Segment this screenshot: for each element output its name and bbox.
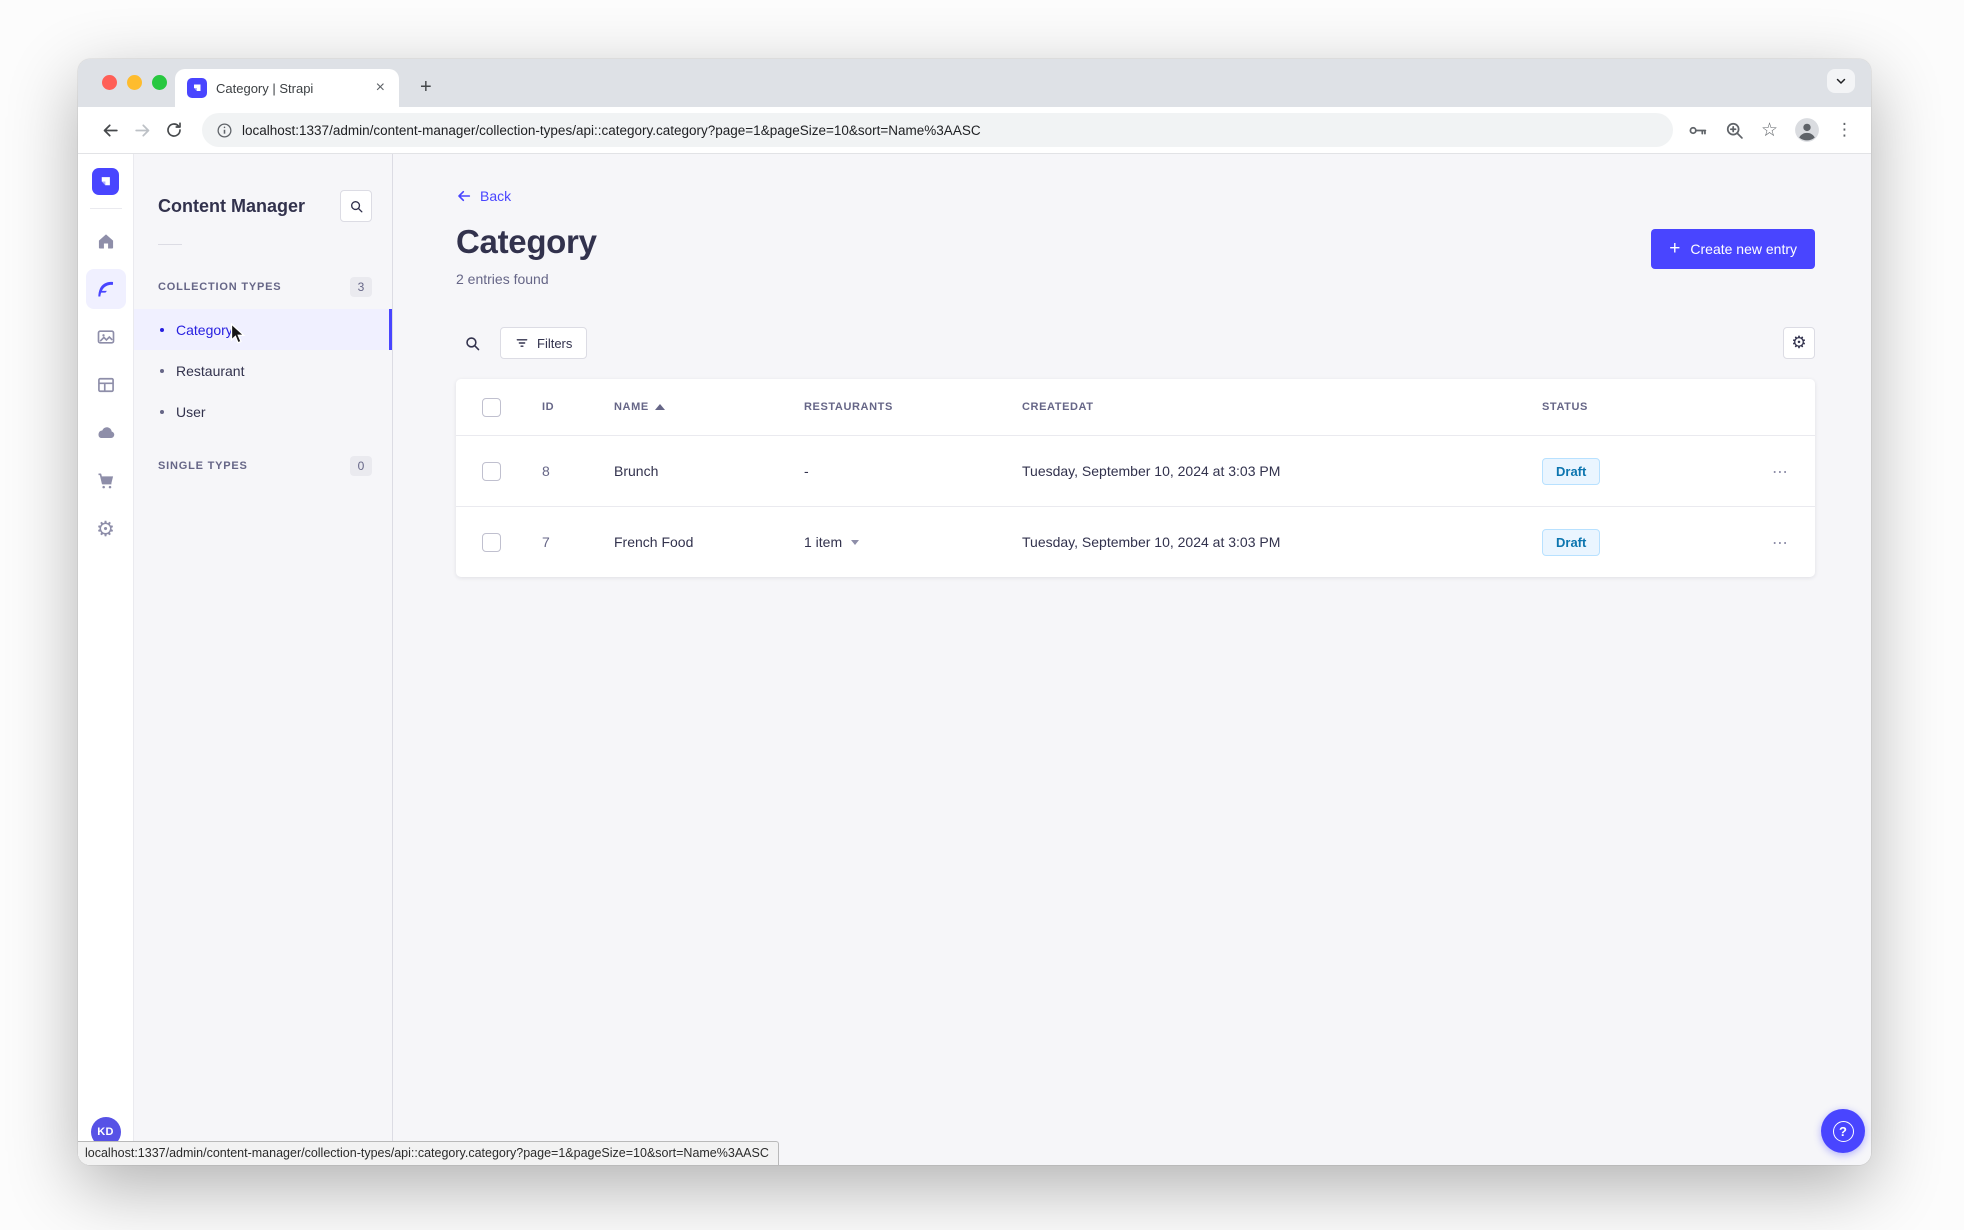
- new-tab-button[interactable]: +: [413, 75, 439, 99]
- question-mark-icon: ?: [1832, 1120, 1854, 1142]
- nav-content-manager-icon[interactable]: [85, 269, 126, 309]
- main-content: Back Category 2 entries found + Create n…: [393, 154, 1871, 1165]
- chevron-down-icon: [851, 539, 860, 545]
- subnav-divider: [158, 244, 182, 245]
- link-preview-status-bar: localhost:1337/admin/content-manager/col…: [78, 1141, 779, 1165]
- bullet-icon: [160, 409, 164, 414]
- entries-count: 2 entries found: [456, 271, 549, 287]
- status-badge: Draft: [1542, 528, 1601, 556]
- browser-tab-strip: Category | Strapi × +: [78, 59, 1871, 107]
- back-nav-icon[interactable]: [96, 121, 124, 140]
- collection-types-label: COLLECTION TYPES: [158, 281, 282, 293]
- cell-id: 7: [542, 534, 550, 550]
- mouse-cursor: [230, 323, 246, 344]
- column-header-id[interactable]: ID: [542, 401, 614, 413]
- create-new-entry-button[interactable]: + Create new entry: [1651, 229, 1815, 269]
- table-header-row: ID NAME RESTAURANTS CREATEDAT STATUS: [456, 379, 1815, 435]
- password-key-icon[interactable]: [1687, 120, 1708, 141]
- column-header-name[interactable]: NAME: [614, 401, 804, 413]
- cell-restaurants[interactable]: 1 item: [804, 534, 1022, 550]
- entries-table: ID NAME RESTAURANTS CREATEDAT STATUS 8 B…: [456, 379, 1815, 577]
- url-bar[interactable]: localhost:1337/admin/content-manager/col…: [202, 113, 1673, 147]
- close-window-button[interactable]: [102, 75, 117, 90]
- table-settings-button[interactable]: ⚙: [1783, 327, 1815, 359]
- help-button[interactable]: ?: [1821, 1109, 1865, 1153]
- sidebar-item-restaurant[interactable]: Restaurant: [134, 350, 392, 391]
- search-icon: [350, 200, 362, 212]
- content-manager-subnav: Content Manager COLLECTION TYPES 3 Categ…: [134, 154, 393, 1165]
- browser-menu-icon[interactable]: ⋮: [1836, 120, 1853, 140]
- reload-icon[interactable]: [160, 121, 188, 139]
- filters-button[interactable]: Filters: [500, 327, 588, 359]
- row-checkbox[interactable]: [482, 532, 501, 552]
- browser-tab[interactable]: Category | Strapi ×: [175, 69, 399, 107]
- sidebar-item-category[interactable]: Category: [134, 309, 392, 350]
- cell-name: French Food: [614, 534, 694, 550]
- row-actions-menu-icon[interactable]: ⋯: [1719, 462, 1789, 481]
- strapi-app: ⚙ KD Content Manager COLLECTION TYPES 3: [78, 154, 1871, 1165]
- browser-toolbar: localhost:1337/admin/content-manager/col…: [78, 107, 1871, 154]
- cell-restaurants: -: [804, 463, 809, 479]
- collection-types-list: Category Restaurant User: [134, 309, 392, 432]
- filters-toolbar: Filters ⚙: [456, 327, 1815, 359]
- forward-nav-icon[interactable]: [128, 121, 156, 140]
- browser-window: Category | Strapi × + localhost:1337/adm…: [78, 59, 1871, 1165]
- tab-title: Category | Strapi: [216, 80, 314, 96]
- row-checkbox[interactable]: [482, 461, 501, 481]
- maximize-window-button[interactable]: [152, 75, 167, 90]
- search-icon: [465, 336, 479, 350]
- toolbar-actions: ☆ ⋮: [1687, 117, 1857, 143]
- bookmark-star-icon[interactable]: ☆: [1761, 119, 1778, 141]
- subnav-title: Content Manager: [158, 195, 306, 216]
- collection-types-section: COLLECTION TYPES 3: [134, 271, 392, 303]
- page-info-icon[interactable]: [216, 122, 233, 139]
- gear-icon: ⚙: [1791, 332, 1807, 353]
- row-actions-menu-icon[interactable]: ⋯: [1719, 533, 1789, 552]
- nav-media-library-icon[interactable]: [86, 313, 126, 361]
- single-types-label: SINGLE TYPES: [158, 460, 248, 472]
- strapi-favicon-icon: [187, 78, 207, 98]
- nav-divider: [89, 208, 122, 209]
- bullet-icon: [160, 327, 164, 332]
- cell-name: Brunch: [614, 463, 659, 479]
- cell-createdat: Tuesday, September 10, 2024 at 3:03 PM: [1022, 463, 1281, 479]
- nav-home-icon[interactable]: [86, 217, 126, 265]
- nav-deploy-cloud-icon[interactable]: [86, 409, 126, 457]
- column-header-restaurants[interactable]: RESTAURANTS: [804, 401, 1022, 413]
- subnav-search-button[interactable]: [340, 190, 372, 222]
- select-all-checkbox[interactable]: [482, 397, 501, 417]
- minimize-window-button[interactable]: [127, 75, 142, 90]
- table-row[interactable]: 7 French Food 1 item Tuesday, September …: [456, 506, 1815, 577]
- tab-search-chevron-icon[interactable]: [1827, 69, 1855, 93]
- back-link[interactable]: Back: [456, 188, 511, 204]
- cell-createdat: Tuesday, September 10, 2024 at 3:03 PM: [1022, 534, 1281, 550]
- cell-id: 8: [542, 463, 550, 479]
- nav-content-type-builder-icon[interactable]: [86, 361, 126, 409]
- column-header-createdat[interactable]: CREATEDAT: [1022, 401, 1542, 413]
- sidebar-item-user[interactable]: User: [134, 391, 392, 432]
- tab-close-icon[interactable]: ×: [372, 78, 389, 98]
- nav-marketplace-icon[interactable]: [86, 457, 126, 505]
- single-types-count-badge: 0: [350, 456, 372, 476]
- main-nav-rail: ⚙ KD: [78, 154, 134, 1165]
- status-badge: Draft: [1542, 457, 1601, 485]
- back-arrow-icon: [458, 190, 471, 202]
- page-title: Category: [456, 223, 597, 260]
- table-search-button[interactable]: [456, 327, 488, 359]
- url-text[interactable]: localhost:1337/admin/content-manager/col…: [242, 123, 981, 138]
- column-header-status[interactable]: STATUS: [1542, 401, 1719, 413]
- filter-icon: [516, 339, 528, 347]
- plus-icon: +: [1669, 237, 1681, 259]
- profile-avatar-icon[interactable]: [1794, 117, 1820, 143]
- window-controls: [102, 75, 167, 90]
- single-types-section: SINGLE TYPES 0: [134, 450, 392, 482]
- bullet-icon: [160, 368, 164, 373]
- sort-ascending-icon: [654, 404, 665, 410]
- collection-types-count-badge: 3: [350, 277, 372, 297]
- zoom-magnifier-icon[interactable]: [1724, 120, 1745, 141]
- strapi-logo-icon[interactable]: [92, 168, 119, 195]
- nav-settings-gear-icon[interactable]: ⚙: [86, 505, 126, 553]
- table-row[interactable]: 8 Brunch - Tuesday, September 10, 2024 a…: [456, 435, 1815, 506]
